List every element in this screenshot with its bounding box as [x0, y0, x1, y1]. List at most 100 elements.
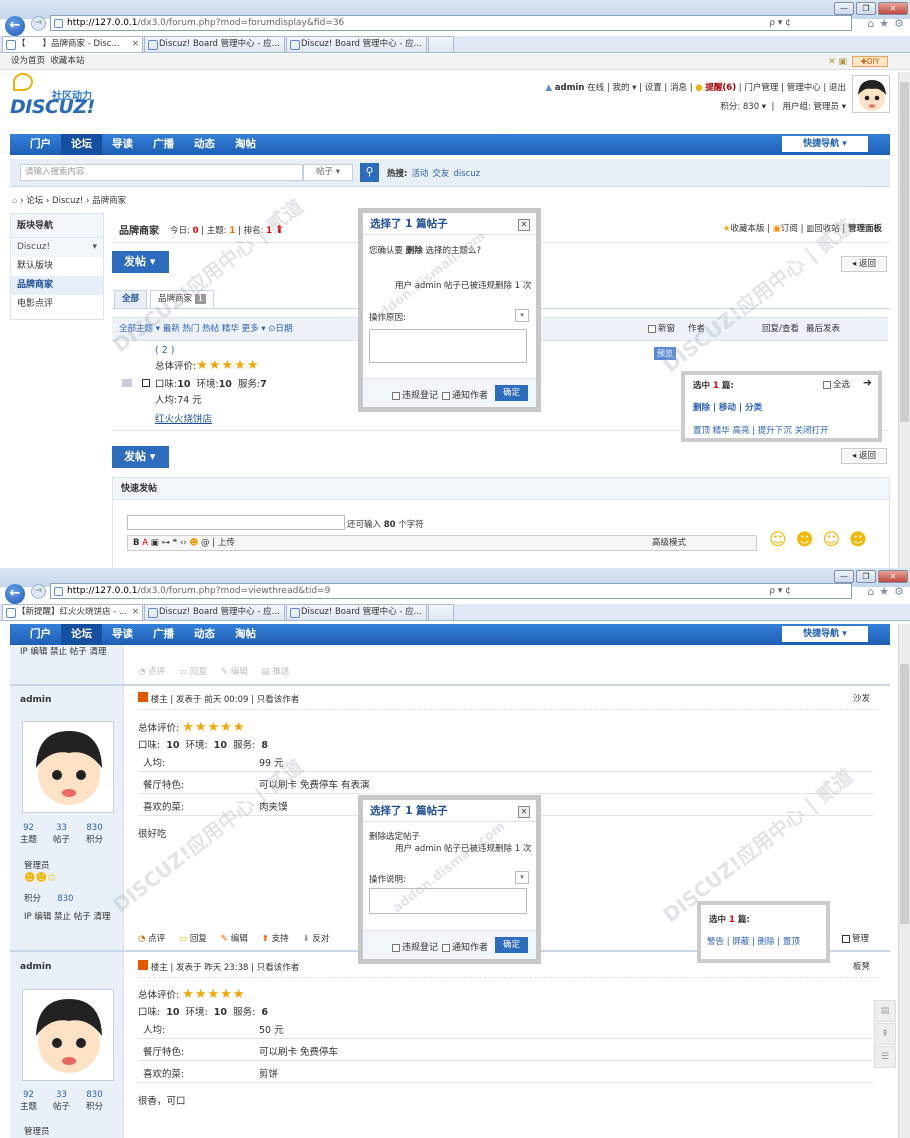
- portal-admin-link[interactable]: 门户管理: [744, 83, 778, 93]
- new-tab-button[interactable]: [428, 36, 454, 52]
- violation-checkbox[interactable]: 违规登记: [392, 388, 438, 401]
- post1-only-author[interactable]: 只看该作者: [257, 695, 300, 705]
- post2-floor[interactable]: 板凳: [853, 960, 870, 972]
- admin-center-link[interactable]: 管理中心: [787, 83, 821, 93]
- manage-checkbox[interactable]: 管理: [842, 932, 869, 944]
- post1-avatar[interactable]: [22, 721, 114, 813]
- select-all-checkbox[interactable]: 全选: [822, 378, 850, 390]
- edit-action[interactable]: ✎ 编辑: [221, 932, 248, 944]
- gear-icon[interactable]: ⚙: [894, 17, 904, 30]
- mod-close[interactable]: 关闭打开: [794, 426, 828, 436]
- stat-posts[interactable]: 33 帖子: [45, 1090, 78, 1112]
- site-logo[interactable]: DISCUZ!: [10, 96, 95, 118]
- smiley-icons[interactable]: ☺☻☺☻: [769, 530, 876, 550]
- crumb-forum[interactable]: 论坛: [26, 196, 43, 206]
- post2-only-author[interactable]: 只看该作者: [257, 963, 300, 973]
- search-dropdown-icon[interactable]: ρ ▾ ¢: [769, 584, 791, 598]
- mod-bump[interactable]: 提升下沉: [758, 426, 792, 436]
- mod-delete[interactable]: 删除: [758, 937, 775, 947]
- nav-forum[interactable]: 论坛: [61, 624, 102, 645]
- quote-icon[interactable]: ❝: [173, 538, 178, 548]
- mod-stick[interactable]: 置顶: [693, 426, 710, 436]
- thread-page-link[interactable]: ( 2 ): [155, 345, 175, 356]
- nav-portal[interactable]: 门户: [20, 624, 61, 645]
- advanced-mode-link[interactable]: 高级模式: [652, 536, 686, 550]
- avatar[interactable]: [852, 75, 890, 113]
- search-dropdown-icon[interactable]: ρ ▾ ¢: [769, 16, 791, 30]
- remind-link[interactable]: 提醒(6): [705, 83, 736, 93]
- post-button-bottom[interactable]: 发帖 ▾: [112, 446, 169, 468]
- messages-link[interactable]: 消息: [670, 83, 687, 93]
- url-input[interactable]: http://127.0.0.1/dx3.0/forum.php?mod=for…: [50, 15, 852, 31]
- post2-author[interactable]: admin: [20, 962, 70, 972]
- reply-action[interactable]: ▭ 回复: [179, 932, 207, 944]
- toolbar-icons[interactable]: ✕ ▣: [828, 55, 847, 70]
- reply-action[interactable]: ▭ 回复: [179, 665, 207, 677]
- scrollbar[interactable]: [898, 624, 910, 1138]
- close-tab-icon[interactable]: ×: [132, 605, 139, 620]
- filter-digest[interactable]: 精华: [222, 324, 239, 334]
- link-icon[interactable]: ⊶: [161, 538, 170, 548]
- home-icon[interactable]: ⌂: [867, 17, 874, 30]
- tab-brand[interactable]: 品牌商家 1: [150, 290, 215, 309]
- tab-all[interactable]: 全部: [114, 290, 148, 309]
- sidebar-item-brand[interactable]: 品牌商家: [11, 276, 103, 295]
- usergroup-link[interactable]: 用户组: 管理员: [782, 102, 839, 112]
- search-type-select[interactable]: 帖子 ▾: [303, 164, 353, 181]
- reason-textarea[interactable]: [369, 329, 527, 363]
- confirm-button[interactable]: 确定: [495, 385, 528, 401]
- fav-forum-link[interactable]: 收藏本版: [731, 224, 765, 234]
- stat-posts[interactable]: 33 帖子: [45, 823, 78, 845]
- filter-more[interactable]: 更多 ▾: [242, 324, 266, 334]
- bold-icon[interactable]: B: [133, 538, 139, 548]
- search-button[interactable]: ⚲: [360, 163, 379, 182]
- tab-admin-center-2[interactable]: Discuz! Board 管理中心 - 应...: [286, 604, 427, 620]
- new-tab-button[interactable]: [428, 604, 454, 620]
- nav-forum[interactable]: 论坛: [61, 134, 102, 155]
- notify-author-checkbox[interactable]: 通知作者: [442, 388, 488, 401]
- mod-classify[interactable]: 分类: [745, 403, 762, 413]
- mod-digest[interactable]: 精华: [713, 426, 730, 436]
- oppose-action[interactable]: ⬇ 反对: [303, 932, 330, 944]
- hot-search-activity[interactable]: 活动: [411, 169, 428, 179]
- forward-arrow-icon[interactable]: →: [31, 584, 46, 599]
- home-icon[interactable]: ⌂: [12, 196, 17, 206]
- logout-link[interactable]: 退出: [829, 83, 846, 93]
- post-button[interactable]: 发帖 ▾: [112, 251, 169, 273]
- post2-avatar[interactable]: [22, 989, 114, 1081]
- favorites-star-icon[interactable]: ★: [879, 17, 889, 30]
- nav-collection[interactable]: 淘帖: [225, 624, 266, 645]
- nav-portal[interactable]: 门户: [20, 134, 61, 155]
- tab-admin-center-1[interactable]: Discuz! Board 管理中心 - 应...: [144, 604, 285, 620]
- nav-feed[interactable]: 动态: [184, 134, 225, 155]
- nav-broadcast[interactable]: 广播: [143, 134, 184, 155]
- favorites-star-icon[interactable]: ★: [879, 585, 889, 598]
- nav-broadcast[interactable]: 广播: [143, 624, 184, 645]
- upload-button[interactable]: 上传: [218, 538, 235, 548]
- post1-admin-links[interactable]: IP 编辑 禁止 帖子 清理: [24, 910, 110, 922]
- post1-group[interactable]: 管理员: [24, 859, 50, 871]
- url-input[interactable]: http://127.0.0.1/dx3.0/forum.php?mod=vie…: [50, 583, 852, 599]
- filter-latest[interactable]: 最新: [163, 324, 180, 334]
- nav-guide[interactable]: 导读: [102, 624, 143, 645]
- support-action[interactable]: ⬆ 支持: [262, 932, 289, 944]
- post1-author[interactable]: admin: [20, 695, 70, 705]
- nav-feed[interactable]: 动态: [184, 624, 225, 645]
- arrow-right-icon[interactable]: ➜: [863, 376, 872, 389]
- new-window-checkbox[interactable]: 新窗: [648, 318, 675, 340]
- bookmark-link[interactable]: 收藏本站: [50, 56, 84, 66]
- settings-link[interactable]: 设置: [645, 83, 662, 93]
- subscribe-link[interactable]: 订阅: [781, 224, 798, 234]
- filter-all[interactable]: 全部主题 ▾: [119, 324, 160, 334]
- back-arrow-icon[interactable]: ←: [5, 584, 25, 604]
- close-tab-icon[interactable]: ×: [132, 37, 139, 52]
- crumb-discuz[interactable]: Discuz!: [52, 196, 83, 206]
- nav-collection[interactable]: 淘帖: [225, 134, 266, 155]
- mod-move[interactable]: 移动: [719, 403, 736, 413]
- search-input[interactable]: 请输入搜索内容: [20, 164, 303, 181]
- hot-search-discuz[interactable]: discuz: [453, 169, 480, 179]
- sidebar-item-movie[interactable]: 电影点评: [11, 295, 103, 314]
- violation-checkbox[interactable]: 违规登记: [392, 940, 438, 953]
- mod-highlight[interactable]: 高亮: [732, 426, 749, 436]
- comment-action[interactable]: ◔ 点评: [138, 665, 165, 677]
